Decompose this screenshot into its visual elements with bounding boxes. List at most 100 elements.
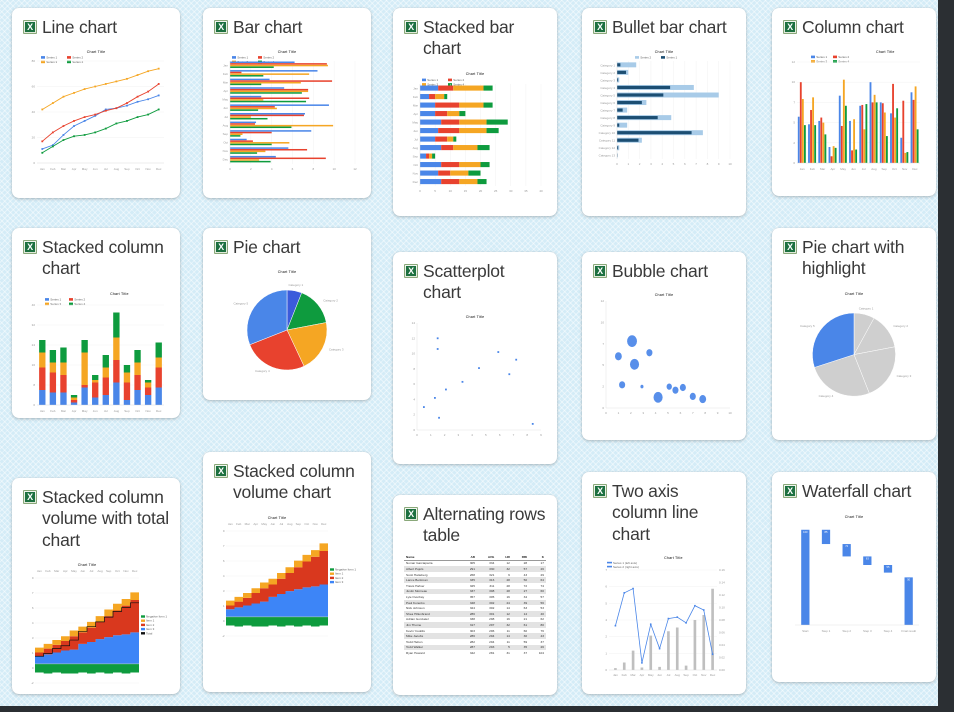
chart-thumbnail-bullet-bar-chart: Chart Title Series 2 Series 1 0 1 2 3 4 5 6 7 8 9 10 C… [593,45,735,170]
svg-text:7: 7 [695,162,697,166]
svg-text:Apr: Apr [63,569,68,573]
chart-template-card-bar-chart[interactable]: Bar chartChart TitleSeries 1Series 2Seri… [203,8,371,198]
svg-text:2: 2 [444,433,446,437]
svg-text:32: 32 [32,323,36,327]
excel-icon [23,240,37,254]
chart-template-card-column-chart[interactable]: Column chartChart TitleSeries 1Series 2S… [772,8,936,196]
card-title-label: Column chart [802,17,904,37]
chart-template-card-bubble-chart[interactable]: Bubble chartChart Title12107520012345678… [582,252,746,440]
chart-svg: Chart TitleSeries 1 (left axis)Series 2 … [605,556,725,677]
window-bottom-edge [0,706,954,712]
svg-text:Jan: Jan [40,167,45,171]
svg-text:Chart Title: Chart Title [466,315,485,319]
svg-text:1: 1 [605,651,607,655]
chart-template-card-stacked-column-volume[interactable]: Stacked column volume chart Chart Title 9 7… [203,452,371,692]
svg-text:5: 5 [605,601,607,605]
svg-text:6: 6 [684,162,686,166]
chart-template-card-two-axis-column-line-chart[interactable]: Two axis column line chartChart TitleSer… [582,472,746,694]
svg-text:5: 5 [602,364,604,368]
svg-text:80: 80 [32,59,36,63]
svg-text:Dec: Dec [321,522,327,526]
svg-text:Mar: Mar [245,522,250,526]
excel-icon [783,484,797,498]
svg-text:4: 4 [655,411,657,415]
svg-text:Nov: Nov [413,171,419,175]
chart-thumbnail-pie-chart-highlight: Chart Title Category 1 Category 2 Category … [783,287,925,417]
svg-text:Series 2: Series 2 [72,56,83,60]
svg-text:Series 4: Series 4 [838,60,849,64]
svg-text:6: 6 [680,411,682,415]
svg-text:5: 5 [673,162,675,166]
svg-text:-2: -2 [222,634,225,638]
svg-text:Aug: Aug [287,522,293,526]
svg-text:7: 7 [793,101,795,105]
svg-text:Mar: Mar [61,409,66,413]
svg-text:Aug: Aug [114,409,120,413]
svg-text:Nov: Nov [145,409,151,413]
svg-text:Jan: Jan [37,569,42,573]
chart-template-card-bullet-bar-chart[interactable]: Bullet bar chart Chart Title Series 2 Serie… [582,8,746,216]
svg-text:Oct: Oct [693,673,698,677]
svg-text:Final result: Final result [901,629,916,633]
svg-text:4: 4 [605,618,607,622]
svg-text:5: 5 [667,411,669,415]
svg-text:0.10: 0.10 [719,606,725,610]
chart-svg: Chart Title Series 2 Series 1 0 1 2 3 4 5 6 7 8 9 10 C… [599,50,732,166]
chart-template-card-stacked-column-chart[interactable]: Stacked column chartChart TitleSeries 1S… [12,228,180,418]
chart-template-card-stacked-bar-chart[interactable]: Stacked bar chart Chart Title Series 1 Seri… [393,8,557,216]
svg-text:7: 7 [605,568,607,572]
svg-text:3: 3 [457,433,459,437]
svg-text:May: May [412,120,418,124]
svg-text:0: 0 [793,161,795,165]
svg-text:20: 20 [479,189,483,193]
svg-text:Oct: Oct [135,409,140,413]
chart-template-card-line-chart[interactable]: Line chartChart TitleSeries 1Series 2Ser… [12,8,180,198]
excel-icon [404,20,418,34]
chart-template-card-stacked-column-volume-total[interactable]: Stacked column volume with total chart Ch… [12,478,180,694]
svg-text:Mar: Mar [223,81,228,85]
svg-text:0: 0 [33,161,35,165]
chart-template-card-alternating-rows-table[interactable]: Alternating rows table NameABAVGHRRBIKNom… [393,495,557,695]
svg-text:Step 1: Step 1 [822,629,831,633]
svg-text:0: 0 [602,406,604,410]
chart-thumbnail-alternating-rows-table: Name AB AVG HR RBI K Nomar Garciaparra 305 334 12… [404,553,546,656]
svg-text:Feb: Feb [622,673,628,677]
svg-text:20: 20 [32,136,36,140]
svg-text:-2: -2 [31,681,34,685]
chart-template-card-pie-chart[interactable]: Pie chart Chart Title Category 1 Category 2… [203,228,371,400]
svg-text:Jul: Jul [279,522,283,526]
chart-template-card-scatterplot-chart[interactable]: Scatterplot chartChart Title141210864200… [393,252,557,464]
svg-text:6: 6 [292,167,294,171]
svg-text:8: 8 [526,433,528,437]
chart-template-card-pie-chart-highlight[interactable]: Pie chart with highlight Chart Title Categ… [772,228,936,440]
card-title: Stacked column volume with total chart [23,487,169,551]
svg-text:Chart Title: Chart Title [655,293,674,297]
chart-template-gallery: Line chartChart TitleSeries 1Series 2Ser… [0,0,938,706]
svg-text:Series 3: Series 3 [816,60,827,64]
svg-text:Chart Title: Chart Title [664,556,683,560]
svg-text:Category 2: Category 2 [323,299,338,303]
svg-text:Category 2: Category 2 [600,71,615,75]
svg-text:Mar: Mar [413,103,418,107]
svg-text:Category 4: Category 4 [819,393,834,397]
svg-text:Aug: Aug [223,124,229,128]
table-cell: Ryan Howard [406,650,425,655]
svg-text:Category 1: Category 1 [600,64,615,68]
svg-text:Aug: Aug [675,673,681,677]
svg-text:Sep: Sep [124,167,130,171]
svg-text:Sep: Sep [413,154,419,158]
table-cell: 342 [469,650,475,655]
table-cell: 31 [506,650,510,655]
svg-text:Total: Total [146,631,153,635]
svg-text:15: 15 [464,189,468,193]
vertical-scrollbar[interactable] [938,0,954,712]
svg-text:10: 10 [728,162,732,166]
card-title: Column chart [783,17,925,38]
svg-text:10: 10 [792,81,796,85]
card-title: Bullet bar chart [593,17,735,38]
chart-thumbnail-two-axis-column-line-chart: Chart Title Series 1 (left axis) Series 2 … [593,552,735,682]
svg-text:Series 3: Series 3 [46,60,57,64]
svg-text:3: 3 [642,411,644,415]
chart-template-card-waterfall-chart[interactable]: Waterfall chartChart Title100Start85Step… [772,472,936,682]
svg-text:May: May [82,167,88,171]
